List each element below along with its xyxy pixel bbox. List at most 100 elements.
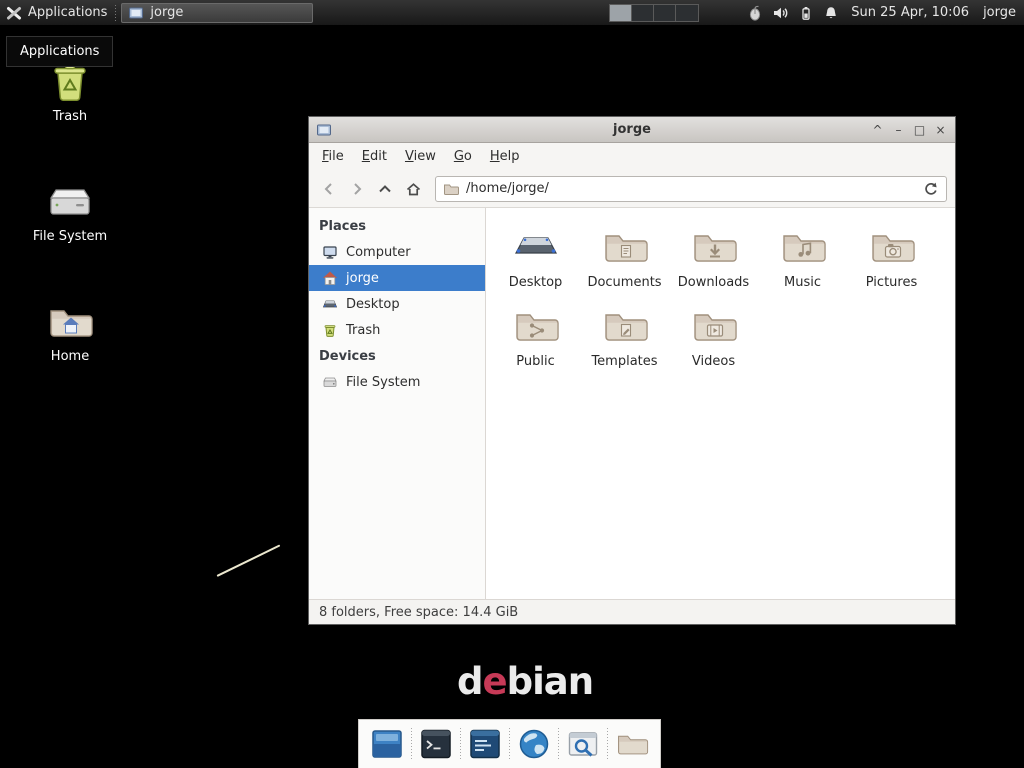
window-body: PlacesComputerjorgeDesktopTrashDevicesFi…	[309, 208, 955, 599]
xfce-menu-icon	[6, 5, 22, 21]
music-folder-icon	[758, 221, 847, 273]
file-pictures[interactable]: Pictures	[847, 221, 936, 290]
menu-file[interactable]: File	[313, 146, 353, 167]
drive-icon	[322, 374, 338, 390]
debian-logo-text: bian	[507, 660, 593, 703]
menu-bar: FileEditViewGoHelp	[309, 143, 955, 170]
desktop-folder-icon	[491, 221, 580, 273]
shade-button[interactable]: ^	[867, 118, 888, 142]
sidebar-header-places: Places	[309, 213, 485, 239]
sidebar-item-trash[interactable]: Trash	[309, 317, 485, 343]
toolbar: /home/jorge/	[309, 170, 955, 208]
desktop-icon	[322, 296, 338, 312]
terminal-alt-launcher[interactable]	[467, 725, 503, 763]
pictures-folder-icon	[847, 221, 936, 273]
panel-separator	[115, 5, 116, 21]
panel-clock[interactable]: Sun 25 Apr, 10:06	[851, 5, 969, 20]
documents-folder-icon	[580, 221, 669, 273]
sidebar-item-label: Computer	[346, 245, 411, 260]
menu-help[interactable]: Help	[481, 146, 529, 167]
workspace-4[interactable]	[676, 5, 698, 21]
taskbar-window-button[interactable]: jorge	[121, 3, 313, 23]
top-panel: Applications jorge Sun 25 Apr, 10:06 jor…	[0, 0, 1024, 26]
back-button[interactable]	[315, 176, 343, 202]
templates-folder-icon	[580, 300, 669, 352]
trash-icon	[322, 322, 338, 338]
desktop-icon-label: File System	[32, 229, 108, 244]
path-bar[interactable]: /home/jorge/	[435, 176, 947, 202]
maximize-button[interactable]: □	[909, 118, 930, 142]
show-desktop-launcher[interactable]	[369, 725, 405, 763]
desktop-icon-label: Trash	[32, 109, 108, 124]
file-downloads[interactable]: Downloads	[669, 221, 758, 290]
path-folder-icon	[443, 181, 459, 197]
dock-separator	[558, 728, 559, 760]
sidebar-item-computer[interactable]: Computer	[309, 239, 485, 265]
path-value: /home/jorge/	[466, 181, 549, 196]
window-controls: ^–□×	[867, 118, 955, 142]
file-label: Documents	[580, 275, 669, 290]
home-folder-icon	[32, 298, 108, 346]
sidebar-item-label: Trash	[346, 323, 380, 338]
status-bar: 8 folders, Free space: 14.4 GiB	[309, 599, 955, 624]
videos-folder-icon	[669, 300, 758, 352]
workspace-switcher[interactable]	[609, 4, 699, 22]
web-browser-launcher[interactable]	[516, 725, 552, 763]
workspace-2[interactable]	[632, 5, 654, 21]
file-label: Videos	[669, 354, 758, 369]
close-button[interactable]: ×	[930, 118, 951, 142]
menu-edit[interactable]: Edit	[353, 146, 396, 167]
dock-separator	[411, 728, 412, 760]
file-label: Downloads	[669, 275, 758, 290]
file-documents[interactable]: Documents	[580, 221, 669, 290]
file-music[interactable]: Music	[758, 221, 847, 290]
desktop-icon-home[interactable]: Home	[32, 298, 108, 364]
volume-icon[interactable]	[772, 5, 789, 21]
debian-logo-accent: e	[483, 660, 507, 703]
notifications-icon[interactable]	[823, 5, 839, 21]
file-grid: DesktopDocumentsDownloadsMusicPictures Pu…	[486, 208, 955, 599]
filesystem-icon	[32, 178, 108, 226]
computer-icon	[322, 244, 338, 260]
file-desktop[interactable]: Desktop	[491, 221, 580, 290]
minimize-button[interactable]: –	[888, 118, 909, 142]
forward-button[interactable]	[343, 176, 371, 202]
workspace-3[interactable]	[654, 5, 676, 21]
reload-icon[interactable]	[923, 181, 939, 197]
pointer-device-icon[interactable]	[747, 5, 763, 21]
terminal-launcher[interactable]	[418, 725, 454, 763]
window-title: jorge	[309, 122, 955, 137]
public-folder-icon	[491, 300, 580, 352]
workspace-1[interactable]	[610, 5, 632, 21]
sidebar: PlacesComputerjorgeDesktopTrashDevicesFi…	[309, 208, 486, 599]
file-templates[interactable]: Templates	[580, 300, 669, 369]
taskbar-window-label: jorge	[150, 5, 183, 20]
menu-view[interactable]: View	[396, 146, 445, 167]
app-finder-launcher[interactable]	[565, 725, 601, 763]
power-manager-icon[interactable]	[798, 5, 814, 21]
menu-go[interactable]: Go	[445, 146, 481, 167]
file-label: Public	[491, 354, 580, 369]
applications-menu-label: Applications	[28, 5, 107, 20]
file-public[interactable]: Public	[491, 300, 580, 369]
debian-logo-text: d	[457, 660, 483, 703]
applications-menu-button[interactable]: Applications	[0, 0, 115, 25]
dock	[358, 719, 661, 768]
sidebar-item-file-system[interactable]: File System	[309, 369, 485, 395]
desktop-icon-trash[interactable]: Trash	[32, 58, 108, 124]
panel-user-label[interactable]: jorge	[983, 5, 1016, 20]
home-button[interactable]	[399, 176, 427, 202]
file-videos[interactable]: Videos	[669, 300, 758, 369]
file-manager-launcher[interactable]	[614, 725, 650, 763]
sidebar-item-desktop[interactable]: Desktop	[309, 291, 485, 317]
file-label: Pictures	[847, 275, 936, 290]
up-button[interactable]	[371, 176, 399, 202]
sidebar-item-label: File System	[346, 375, 420, 390]
sidebar-item-label: jorge	[346, 271, 379, 286]
desktop-icon-file-system[interactable]: File System	[32, 178, 108, 244]
window-titlebar[interactable]: jorge ^–□×	[309, 117, 955, 143]
file-label: Desktop	[491, 275, 580, 290]
applications-tooltip: Applications	[6, 36, 113, 67]
dock-separator	[460, 728, 461, 760]
sidebar-item-jorge[interactable]: jorge	[309, 265, 485, 291]
